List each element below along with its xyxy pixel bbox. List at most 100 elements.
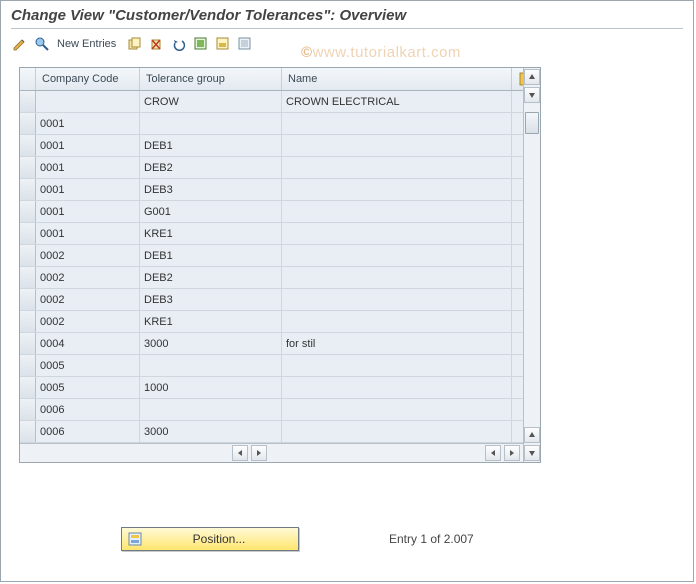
table-row[interactable]: 0002DEB2 [20, 267, 540, 289]
cell-company-code[interactable]: 0002 [36, 289, 140, 310]
row-selector[interactable] [20, 421, 36, 442]
row-selector[interactable] [20, 135, 36, 156]
cell-company-code[interactable]: 0004 [36, 333, 140, 354]
table-row[interactable]: 0001 [20, 113, 540, 135]
cell-name[interactable] [282, 135, 512, 156]
cell-tolerance-group[interactable]: DEB3 [140, 179, 282, 200]
table-row[interactable]: 0005 [20, 355, 540, 377]
cell-tolerance-group[interactable]: 3000 [140, 333, 282, 354]
cell-name[interactable] [282, 355, 512, 376]
cell-name[interactable] [282, 421, 512, 442]
cell-name[interactable] [282, 377, 512, 398]
cell-company-code[interactable]: 0001 [36, 201, 140, 222]
row-selector[interactable] [20, 333, 36, 354]
table-row[interactable]: 00043000for stil [20, 333, 540, 355]
cell-tolerance-group[interactable]: DEB3 [140, 289, 282, 310]
cell-company-code[interactable]: 0005 [36, 377, 140, 398]
cell-name[interactable] [282, 201, 512, 222]
cell-name[interactable] [282, 267, 512, 288]
cell-company-code[interactable]: 0002 [36, 311, 140, 332]
table-row[interactable]: 00051000 [20, 377, 540, 399]
scroll-left-icon[interactable] [232, 445, 248, 461]
header-tolerance-group[interactable]: Tolerance group [140, 68, 282, 90]
table-row[interactable]: 0001DEB3 [20, 179, 540, 201]
cell-company-code[interactable] [36, 91, 140, 112]
cell-tolerance-group[interactable]: KRE1 [140, 223, 282, 244]
find-icon[interactable] [33, 35, 51, 53]
cell-tolerance-group[interactable] [140, 399, 282, 420]
cell-name[interactable] [282, 223, 512, 244]
scroll-thumb[interactable] [525, 112, 539, 134]
table-row[interactable]: 0002DEB1 [20, 245, 540, 267]
cell-company-code[interactable]: 0005 [36, 355, 140, 376]
delete-icon[interactable] [148, 35, 166, 53]
row-selector[interactable] [20, 113, 36, 134]
cell-company-code[interactable]: 0001 [36, 179, 140, 200]
cell-name[interactable] [282, 399, 512, 420]
row-selector[interactable] [20, 267, 36, 288]
cell-company-code[interactable]: 0001 [36, 135, 140, 156]
cell-name[interactable]: for stil [282, 333, 512, 354]
cell-tolerance-group[interactable]: DEB2 [140, 267, 282, 288]
cell-company-code[interactable]: 0001 [36, 223, 140, 244]
header-name[interactable]: Name [282, 68, 512, 90]
position-button[interactable]: Position... [121, 527, 299, 551]
cell-name[interactable] [282, 289, 512, 310]
scroll-up-small-icon[interactable] [524, 427, 540, 443]
cell-name[interactable] [282, 113, 512, 134]
copy-as-icon[interactable] [126, 35, 144, 53]
table-row[interactable]: 0001DEB1 [20, 135, 540, 157]
table-row[interactable]: 0001G001 [20, 201, 540, 223]
row-selector[interactable] [20, 399, 36, 420]
table-row[interactable]: 0001DEB2 [20, 157, 540, 179]
row-selector[interactable] [20, 201, 36, 222]
row-selector[interactable] [20, 223, 36, 244]
row-selector[interactable] [20, 377, 36, 398]
scroll-up-icon[interactable] [524, 69, 540, 85]
cell-name[interactable] [282, 179, 512, 200]
cell-name[interactable]: CROWN ELECTRICAL [282, 91, 512, 112]
scroll-right-end-icon[interactable] [504, 445, 520, 461]
cell-name[interactable] [282, 157, 512, 178]
row-selector[interactable] [20, 311, 36, 332]
row-selector[interactable] [20, 289, 36, 310]
cell-name[interactable] [282, 245, 512, 266]
table-row[interactable]: CROWCROWN ELECTRICAL [20, 91, 540, 113]
scroll-down-icon[interactable] [524, 445, 540, 461]
table-row[interactable]: 0002KRE1 [20, 311, 540, 333]
scroll-left-end-icon[interactable] [485, 445, 501, 461]
cell-name[interactable] [282, 311, 512, 332]
table-row[interactable]: 0001KRE1 [20, 223, 540, 245]
cell-company-code[interactable]: 0006 [36, 421, 140, 442]
cell-tolerance-group[interactable]: DEB1 [140, 245, 282, 266]
cell-tolerance-group[interactable]: CROW [140, 91, 282, 112]
select-block-icon[interactable] [214, 35, 232, 53]
cell-company-code[interactable]: 0006 [36, 399, 140, 420]
select-all-icon[interactable] [192, 35, 210, 53]
cell-tolerance-group[interactable]: 3000 [140, 421, 282, 442]
cell-company-code[interactable]: 0001 [36, 157, 140, 178]
scroll-right-icon[interactable] [251, 445, 267, 461]
cell-tolerance-group[interactable] [140, 113, 282, 134]
row-selector[interactable] [20, 157, 36, 178]
table-row[interactable]: 0002DEB3 [20, 289, 540, 311]
cell-tolerance-group[interactable] [140, 355, 282, 376]
row-selector[interactable] [20, 355, 36, 376]
cell-company-code[interactable]: 0002 [36, 267, 140, 288]
vertical-scrollbar[interactable] [523, 68, 540, 462]
cell-tolerance-group[interactable]: KRE1 [140, 311, 282, 332]
header-company-code[interactable]: Company Code [36, 68, 140, 90]
cell-tolerance-group[interactable]: DEB2 [140, 157, 282, 178]
row-selector[interactable] [20, 179, 36, 200]
deselect-all-icon[interactable] [236, 35, 254, 53]
undo-icon[interactable] [170, 35, 188, 53]
row-selector[interactable] [20, 91, 36, 112]
row-selector[interactable] [20, 245, 36, 266]
toggle-display-change-icon[interactable] [11, 35, 29, 53]
cell-company-code[interactable]: 0001 [36, 113, 140, 134]
cell-tolerance-group[interactable]: DEB1 [140, 135, 282, 156]
new-entries-button[interactable]: New Entries [55, 38, 122, 50]
scroll-down-small-icon[interactable] [524, 87, 540, 103]
cell-tolerance-group[interactable]: 1000 [140, 377, 282, 398]
horizontal-scrollbar[interactable] [20, 443, 540, 462]
